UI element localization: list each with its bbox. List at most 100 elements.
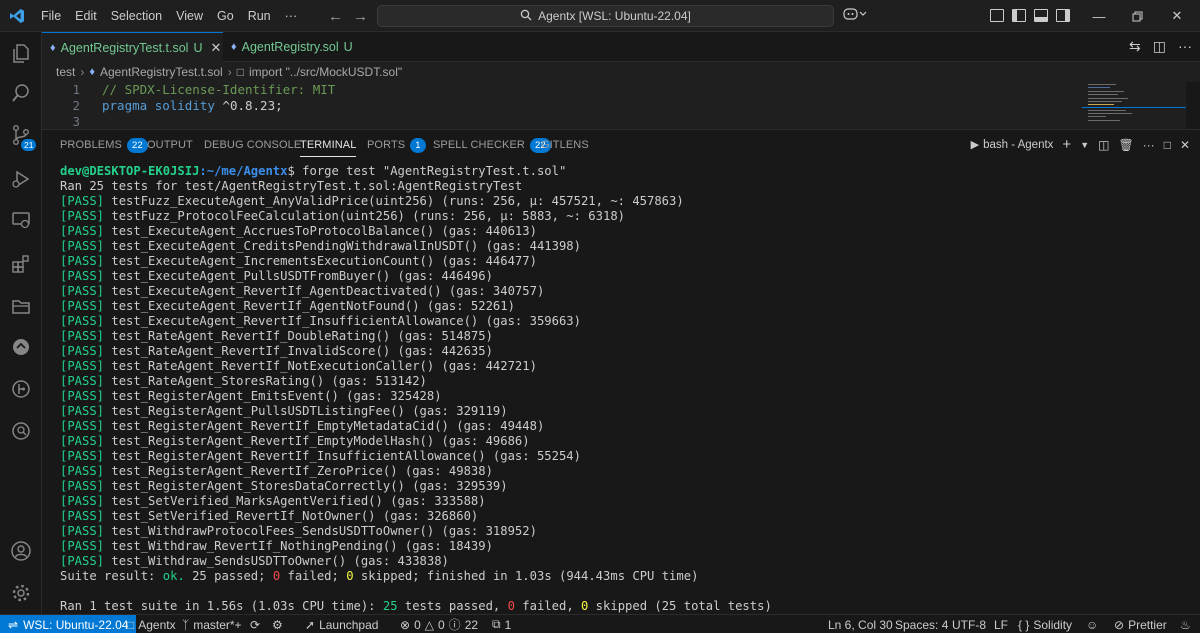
editor-tab-bar: ♦ AgentRegistryTest.t.sol U ✕ ♦ AgentReg… xyxy=(42,32,1200,62)
more-actions-icon[interactable]: ··· xyxy=(1178,38,1192,55)
tab-spell-checker[interactable]: SPELL CHECKER 22 xyxy=(433,130,551,160)
remote-containers-icon[interactable] xyxy=(0,327,42,367)
status-branch[interactable]: ᛉ master*+ xyxy=(182,615,242,633)
status-ports[interactable]: ⧉ 1 xyxy=(492,615,511,633)
tab-gitlens[interactable]: GITLENS xyxy=(541,130,589,160)
code-editor[interactable]: 1 // SPDX-License-Identifier: MIT 2 prag… xyxy=(42,82,1082,129)
tab-terminal[interactable]: TERMINAL xyxy=(300,130,357,160)
run-debug-icon[interactable] xyxy=(0,159,42,199)
terminal-prompt: dev@DESKTOP-EK0JSIJ:~/me/Agentx$ forge t… xyxy=(60,164,566,179)
pass-tag: [PASS] xyxy=(60,479,105,493)
trash-icon[interactable]: 🗑 xyxy=(1118,138,1133,152)
pass-tag: [PASS] xyxy=(60,194,105,208)
accounts-icon[interactable] xyxy=(0,531,42,571)
tab-agentregistrytest[interactable]: ♦ AgentRegistryTest.t.sol U ✕ xyxy=(42,32,223,62)
tab-label: TERMINAL xyxy=(300,139,357,151)
pass-tag: [PASS] xyxy=(60,554,105,568)
menu-go[interactable]: Go xyxy=(210,0,241,32)
breadcrumb-folder[interactable]: test xyxy=(56,65,75,79)
pass-tag: [PASS] xyxy=(60,239,105,253)
customize-layout-icon[interactable] xyxy=(990,9,1004,22)
project-manager-icon[interactable] xyxy=(0,286,42,326)
menu-selection[interactable]: Selection xyxy=(104,0,169,32)
toggle-secondary-sidebar-icon[interactable] xyxy=(1056,9,1070,22)
status-launchpad[interactable]: ➚ Launchpad xyxy=(305,615,378,633)
minimap[interactable] xyxy=(1082,82,1186,129)
menu-file[interactable]: File xyxy=(34,0,68,32)
remote-explorer-icon[interactable] xyxy=(0,200,42,240)
test-result-line: [PASS] test_ExecuteAgent_IncrementsExecu… xyxy=(60,254,537,269)
status-folder[interactable]: □ Agentx xyxy=(127,615,176,633)
notifications-bell-icon[interactable]: ♨ xyxy=(1180,615,1191,633)
status-eol[interactable]: LF xyxy=(994,615,1008,633)
terminal-selector[interactable]: ▶ bash - Agentx xyxy=(971,138,1054,152)
test-name: test_RegisterAgent_StoresDataCorrectly()… xyxy=(111,479,508,493)
status-position[interactable]: Ln 6, Col 30 xyxy=(828,615,893,633)
pass-tag: [PASS] xyxy=(60,494,105,508)
tab-problems[interactable]: PROBLEMS 22 xyxy=(60,130,148,160)
solidity-file-icon: ♦ xyxy=(231,41,237,53)
gitlens-status-icon[interactable]: ⚙ xyxy=(272,615,283,633)
status-prettier[interactable]: ⊘ Prettier xyxy=(1114,615,1167,633)
compare-changes-icon[interactable]: ⇆ xyxy=(1129,38,1141,55)
test-result-line: [PASS] test_RateAgent_RevertIf_InvalidSc… xyxy=(60,344,493,359)
source-control-icon[interactable]: 21 xyxy=(0,115,42,155)
more-actions-icon[interactable]: ··· xyxy=(1143,138,1155,152)
split-terminal-icon[interactable]: ◫ xyxy=(1098,138,1109,152)
gitlens-icon[interactable] xyxy=(0,369,42,409)
status-encoding[interactable]: UTF-8 xyxy=(952,615,986,633)
tab-debug-console[interactable]: DEBUG CONSOLE xyxy=(204,130,301,160)
forward-arrow-icon[interactable]: → xyxy=(353,8,368,25)
tab-ports[interactable]: PORTS 1 xyxy=(367,130,426,160)
toggle-primary-sidebar-icon[interactable] xyxy=(1012,9,1026,22)
breadcrumb-symbol[interactable]: import "../src/MockUSDT.sol" xyxy=(249,65,402,79)
chevron-down-icon[interactable]: ▼ xyxy=(1080,140,1089,150)
settings-gear-icon[interactable] xyxy=(0,573,42,613)
tab-agentregistry[interactable]: ♦ AgentRegistry.sol U xyxy=(223,32,373,62)
tab-output[interactable]: OUTPUT xyxy=(147,130,193,160)
terminal-output[interactable]: dev@DESKTOP-EK0JSIJ:~/me/Agentx$ forge t… xyxy=(42,159,1200,614)
close-panel-icon[interactable]: ✕ xyxy=(1180,138,1190,152)
command-center-search[interactable]: Agentx [WSL: Ubuntu-22.04] xyxy=(377,5,834,27)
menu-run[interactable]: Run xyxy=(241,0,278,32)
prettier-icon: ⊘ xyxy=(1114,617,1125,632)
menu-view[interactable]: View xyxy=(169,0,210,32)
new-terminal-icon[interactable]: + xyxy=(1062,136,1071,153)
menu-edit[interactable]: Edit xyxy=(68,0,104,32)
pass-tag: [PASS] xyxy=(60,359,105,373)
toggle-panel-icon[interactable] xyxy=(1034,9,1048,22)
suite-result-line: Suite result: ok. 25 passed; 0 failed; 0… xyxy=(60,569,698,584)
test-name: test_SetVerified_MarksAgentVerified() (g… xyxy=(111,494,486,508)
close-tab-icon[interactable]: ✕ xyxy=(211,40,222,56)
copilot-icon[interactable] xyxy=(843,7,867,24)
search-sidebar-icon[interactable] xyxy=(0,73,42,113)
remote-indicator[interactable]: ⇌ WSL: Ubuntu-22.04 xyxy=(0,615,137,633)
maximize-panel-icon[interactable]: □ xyxy=(1164,138,1171,152)
pass-tag: [PASS] xyxy=(60,449,105,463)
prompt-command: $ forge test "AgentRegistryTest.t.sol" xyxy=(287,164,567,178)
extensions-icon[interactable] xyxy=(0,244,42,284)
status-problems[interactable]: ⊗ 0 △ 0 ⓘ 22 xyxy=(400,615,478,633)
final-summary-line: Ran 1 test suite in 1.56s (1.03s CPU tim… xyxy=(60,599,772,614)
back-arrow-icon[interactable]: ← xyxy=(328,8,343,25)
code-line: 3 xyxy=(42,114,1082,130)
gitlens-inspect-icon[interactable] xyxy=(0,411,42,451)
sync-icon[interactable]: ⟳ xyxy=(250,615,260,633)
status-language[interactable]: { } Solidity xyxy=(1018,615,1072,633)
line-number: 2 xyxy=(72,98,80,113)
tab-status: U xyxy=(343,40,353,54)
info-count: 22 xyxy=(464,617,479,632)
pass-tag: [PASS] xyxy=(60,284,105,298)
explorer-icon[interactable] xyxy=(0,33,42,73)
menu-more[interactable]: ··· xyxy=(278,0,305,32)
status-spaces[interactable]: Spaces: 4 xyxy=(895,615,948,633)
split-editor-icon[interactable]: ◫ xyxy=(1153,38,1166,55)
terminal-name: bash - Agentx xyxy=(983,138,1054,151)
pragma-version: ^0.8.23; xyxy=(214,98,283,113)
test-name: test_ExecuteAgent_RevertIf_AgentDeactiva… xyxy=(111,284,545,298)
suite-text: Suite result: xyxy=(60,569,163,583)
activity-bar: 21 xyxy=(0,32,42,614)
copilot-status-icon[interactable]: ☺ xyxy=(1086,615,1098,633)
close-window-icon[interactable]: ✕ xyxy=(1154,0,1200,32)
breadcrumb-file[interactable]: AgentRegistryTest.t.sol xyxy=(100,65,223,79)
